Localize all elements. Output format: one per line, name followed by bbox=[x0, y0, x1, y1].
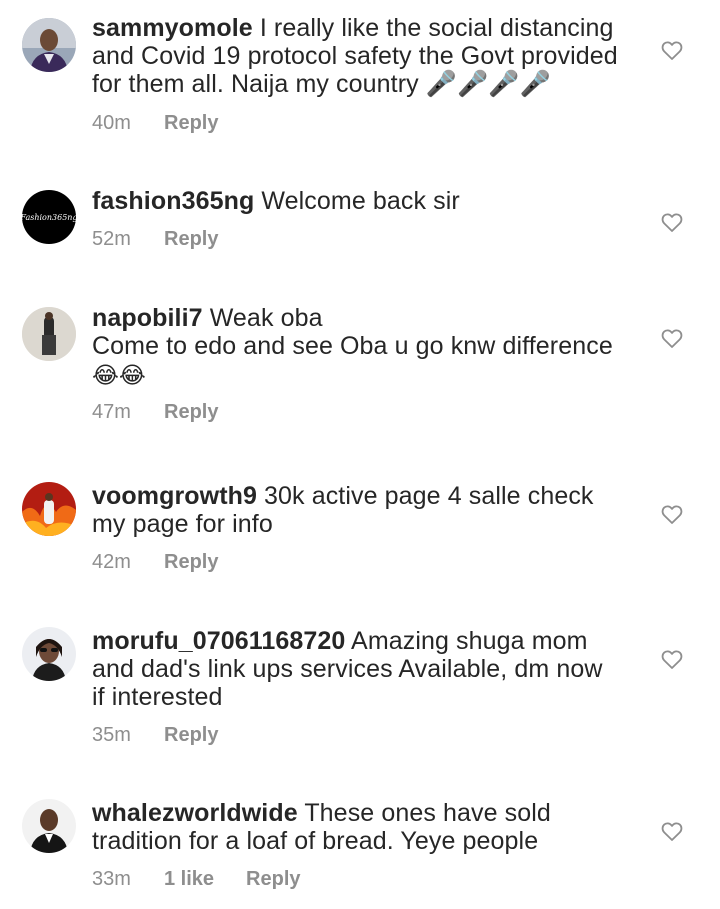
comment-time: 47m bbox=[92, 401, 131, 423]
comment-username[interactable]: voomgrowth9 bbox=[92, 482, 257, 510]
comment-text: voomgrowth9 30k active page 4 salle chec… bbox=[92, 482, 612, 538]
reply-button[interactable]: Reply bbox=[164, 551, 218, 574]
red-fire-avatar-image bbox=[22, 482, 76, 536]
comment-meta: 42m Reply bbox=[92, 551, 632, 574]
avatar[interactable] bbox=[22, 627, 76, 681]
comment-body: Welcome back sir bbox=[261, 187, 460, 215]
comment-text: morufu_07061168720 Amazing shuga mom and… bbox=[92, 627, 612, 711]
avatar-logo-text: Fashion365ng bbox=[22, 213, 76, 222]
comment-username[interactable]: whalezworldwide bbox=[92, 799, 298, 827]
reply-button[interactable]: Reply bbox=[246, 868, 300, 891]
reply-button[interactable]: Reply bbox=[164, 401, 218, 424]
avatar[interactable]: Fashion365ng bbox=[22, 190, 76, 244]
comment-text: fashion365ng Welcome back sir bbox=[92, 187, 632, 215]
avatar[interactable] bbox=[22, 307, 76, 361]
like-heart-icon[interactable] bbox=[660, 647, 684, 671]
comment-emoji: 😂😂 bbox=[92, 362, 146, 388]
comment-meta: 35m Reply bbox=[92, 724, 632, 747]
like-heart-icon[interactable] bbox=[660, 38, 684, 62]
avatar[interactable] bbox=[22, 18, 76, 72]
comment-time: 42m bbox=[92, 551, 131, 573]
like-heart-icon[interactable] bbox=[660, 502, 684, 526]
comment-meta: 33m 1 like Reply bbox=[92, 868, 632, 891]
comment-meta: 40m Reply bbox=[92, 112, 632, 135]
standing-man-avatar-image bbox=[22, 307, 76, 361]
comment-text: whalezworldwide These ones have sold tra… bbox=[92, 799, 612, 855]
reply-button[interactable]: Reply bbox=[164, 724, 218, 747]
woman-sunglasses-avatar-image bbox=[22, 627, 76, 681]
comment-time: 40m bbox=[92, 112, 131, 134]
avatar[interactable] bbox=[22, 799, 76, 853]
bald-man-avatar-image bbox=[22, 799, 76, 853]
comment-time: 35m bbox=[92, 724, 131, 746]
like-heart-icon[interactable] bbox=[660, 326, 684, 350]
reply-button[interactable]: Reply bbox=[164, 112, 218, 135]
comment-username[interactable]: morufu_07061168720 bbox=[92, 627, 345, 655]
like-count[interactable]: 1 like bbox=[164, 868, 214, 891]
black-script-logo-avatar-image: Fashion365ng bbox=[22, 190, 76, 244]
comment-username[interactable]: sammyomole bbox=[92, 14, 253, 42]
reply-button[interactable]: Reply bbox=[164, 228, 218, 251]
comment-username[interactable]: fashion365ng bbox=[92, 187, 254, 215]
comment-time: 33m bbox=[92, 868, 131, 890]
like-heart-icon[interactable] bbox=[660, 819, 684, 843]
comment-meta: 52m Reply bbox=[92, 228, 632, 251]
comment-meta: 47m Reply bbox=[92, 401, 632, 424]
comment-text: sammyomole I really like the social dist… bbox=[92, 14, 632, 98]
comment-username[interactable]: napobili7 bbox=[92, 304, 203, 332]
avatar[interactable] bbox=[22, 482, 76, 536]
comment-text: napobili7 Weak oba Come to edo and see O… bbox=[92, 304, 632, 360]
comment-time: 52m bbox=[92, 228, 131, 250]
like-heart-icon[interactable] bbox=[660, 210, 684, 234]
man-in-suit-avatar-image bbox=[22, 18, 76, 72]
